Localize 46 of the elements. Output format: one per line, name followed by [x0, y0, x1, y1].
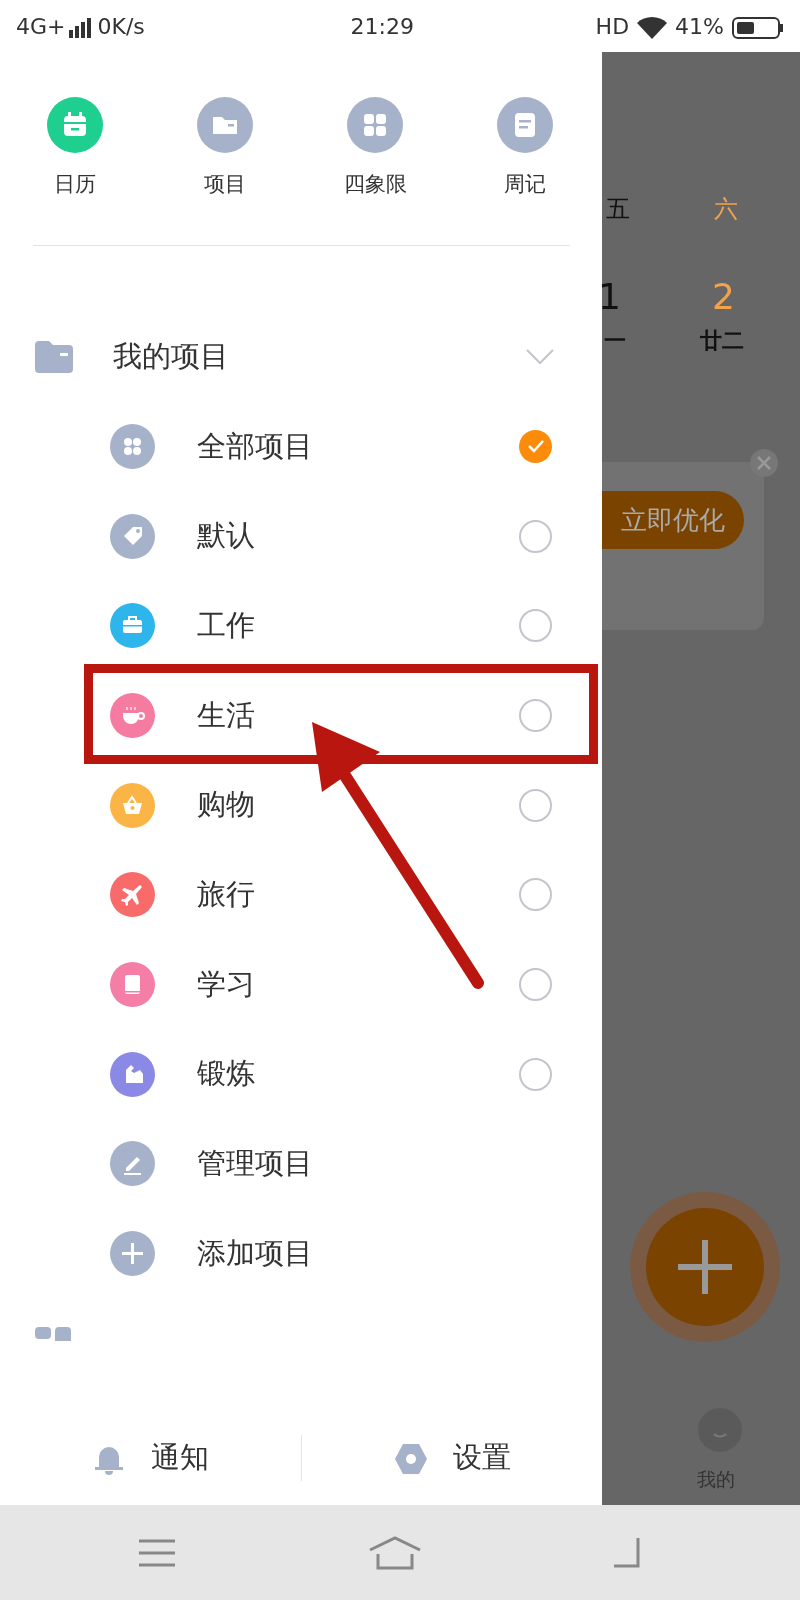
project-name[interactable]: 生活	[197, 697, 255, 732]
weekday-label: 六	[714, 194, 738, 225]
project-name[interactable]: 默认	[197, 518, 255, 553]
radio-button[interactable]	[519, 609, 552, 643]
home-icon[interactable]	[368, 1535, 422, 1570]
plus-icon	[110, 1231, 155, 1277]
profile-tab-icon[interactable]	[697, 1407, 743, 1453]
lunar-date: 廿二	[700, 327, 744, 355]
project-name[interactable]: 锻炼	[197, 1056, 255, 1091]
clock: 21:29	[350, 12, 414, 41]
checked-radio[interactable]	[519, 429, 552, 463]
project-name[interactable]: 旅行	[197, 877, 255, 912]
radio-button[interactable]	[519, 519, 552, 553]
hd-indicator: HD	[595, 12, 630, 41]
radio-button[interactable]	[519, 878, 552, 912]
project-action[interactable]: 添加项目	[197, 1235, 313, 1270]
quick-link[interactable]: 四象限	[300, 97, 450, 201]
project-name[interactable]: 购物	[197, 787, 255, 822]
project-action[interactable]: 管理项目	[197, 1146, 313, 1181]
calendar-date: 2	[712, 275, 735, 319]
network-speed: 0K/s	[97, 12, 145, 41]
project-name[interactable]: 全部项目	[197, 428, 313, 463]
template-icon	[35, 1327, 71, 1342]
footer-button[interactable]: 设置	[301, 1429, 602, 1486]
calendar-date: 1	[598, 275, 621, 319]
weekday-label: 五	[606, 194, 630, 225]
folder-icon	[35, 340, 73, 373]
menu-icon[interactable]	[138, 1537, 176, 1568]
check-icon	[526, 439, 545, 454]
lunar-date: 一	[604, 327, 626, 355]
pen-icon	[110, 1141, 155, 1187]
section-title: 我的项目	[113, 337, 229, 375]
quick-link[interactable]: 日历	[0, 97, 150, 201]
quick-link[interactable]: 项目	[150, 97, 300, 201]
battery-percent: 41%	[675, 12, 724, 41]
quick-link[interactable]: 周记	[450, 97, 600, 201]
add-button[interactable]	[630, 1192, 780, 1342]
project-name[interactable]: 工作	[197, 607, 255, 642]
project-name[interactable]: 学习	[197, 966, 255, 1001]
radio-button[interactable]	[519, 698, 552, 732]
close-icon[interactable]	[749, 448, 779, 478]
footer-button[interactable]: 通知	[0, 1429, 301, 1486]
radio-button[interactable]	[519, 788, 552, 822]
radio-button[interactable]	[519, 1057, 552, 1091]
network-type: 4G+	[16, 12, 66, 41]
radio-button[interactable]	[519, 967, 552, 1001]
